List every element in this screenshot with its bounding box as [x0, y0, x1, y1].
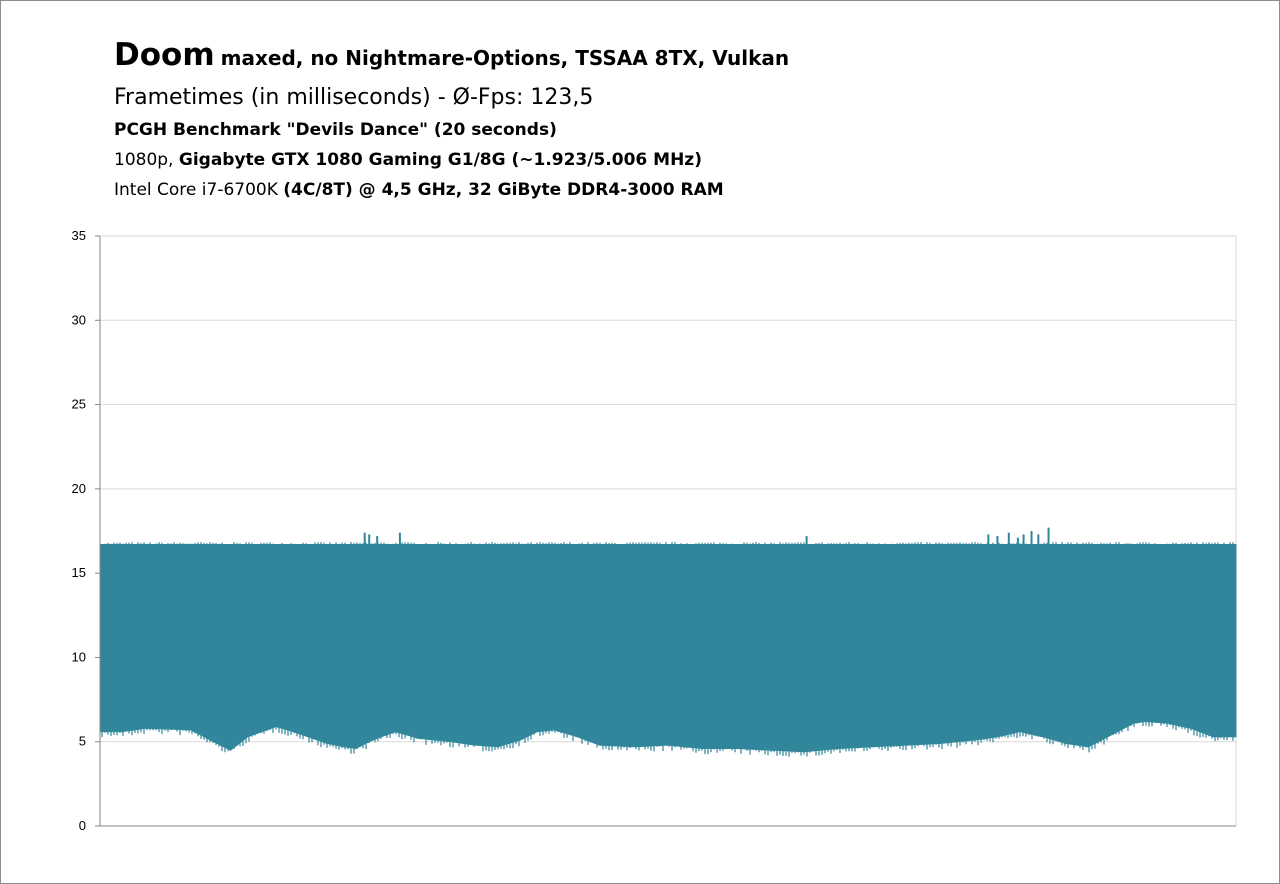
y-tick-label: 20	[72, 481, 86, 496]
y-tick-label: 10	[72, 649, 86, 664]
y-tick-label: 5	[79, 734, 86, 749]
y-tick-label: 15	[72, 565, 86, 580]
series-layer	[99, 527, 1237, 757]
frametime-band	[99, 544, 1237, 753]
frametime-chart: 0 5 10 15 20 25 30 35	[72, 228, 1237, 833]
y-tick-label: 25	[72, 397, 86, 412]
y-tick-label: 30	[72, 312, 86, 327]
y-tick-label: 35	[72, 228, 86, 243]
y-tick-label: 0	[79, 818, 86, 833]
y-tick-labels: 0 5 10 15 20 25 30 35	[72, 228, 86, 833]
